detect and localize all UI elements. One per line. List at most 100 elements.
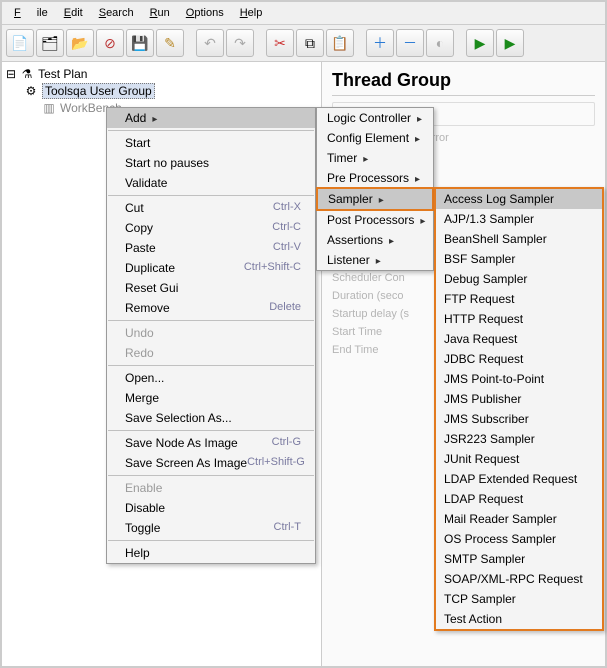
ctx-merge[interactable]: Merge — [107, 388, 315, 408]
close-icon: ⊘ — [104, 35, 116, 52]
redo-button[interactable]: ↷ — [226, 29, 254, 57]
add-timer[interactable]: Timer — [317, 148, 433, 168]
sampler-soap-xml-rpc-request[interactable]: SOAP/XML-RPC Request — [436, 569, 602, 589]
scissors-icon: ✂ — [274, 35, 286, 52]
tree-root-label: Test Plan — [38, 67, 87, 81]
flask-icon: ⚗ — [20, 67, 34, 81]
ctx-save-node-as-image[interactable]: Save Node As ImageCtrl-G — [107, 433, 315, 453]
gear-icon: ⚙ — [24, 84, 38, 98]
ctx-redo: Redo — [107, 343, 315, 363]
play-icon: ▶ — [475, 35, 486, 52]
sampler-ldap-request[interactable]: LDAP Request — [436, 489, 602, 509]
ctx-save-selection-as[interactable]: Save Selection As... — [107, 408, 315, 428]
sampler-junit-request[interactable]: JUnit Request — [436, 449, 602, 469]
folder-open-icon: 📂 — [71, 35, 88, 52]
menu-help[interactable]: Help — [232, 4, 271, 22]
ctx-save-screen-as-image[interactable]: Save Screen As ImageCtrl+Shift-G — [107, 453, 315, 473]
ctx-enable: Enable — [107, 478, 315, 498]
save-button[interactable]: 💾 — [126, 29, 154, 57]
sampler-mail-reader-sampler[interactable]: Mail Reader Sampler — [436, 509, 602, 529]
add-listener[interactable]: Listener — [317, 250, 433, 270]
expand-button[interactable]: ＋ — [366, 29, 394, 57]
ctx-cut[interactable]: CutCtrl-X — [107, 198, 315, 218]
plus-icon: ＋ — [373, 33, 387, 53]
add-config-element[interactable]: Config Element — [317, 128, 433, 148]
ctx-undo: Undo — [107, 323, 315, 343]
clipboard-icon: 📋 — [331, 35, 348, 52]
save-as-button[interactable]: ✎ — [156, 29, 184, 57]
ctx-disable[interactable]: Disable — [107, 498, 315, 518]
undo-button[interactable]: ↶ — [196, 29, 224, 57]
toggle-button[interactable]: ◐ — [426, 29, 454, 57]
start-no-pauses-button[interactable]: ▶ — [496, 29, 524, 57]
ctx-add[interactable]: Add — [107, 108, 315, 128]
undo-icon: ↶ — [204, 35, 216, 52]
menubar: File Edit Search Run Options Help — [2, 2, 605, 25]
sampler-jms-point-to-point[interactable]: JMS Point-to-Point — [436, 369, 602, 389]
ctx-reset-gui[interactable]: Reset Gui — [107, 278, 315, 298]
context-menu: Add StartStart no pausesValidate CutCtrl-X… — [106, 107, 316, 564]
sampler-jdbc-request[interactable]: JDBC Request — [436, 349, 602, 369]
tree-toggle-icon[interactable]: ⊟ — [6, 67, 16, 81]
sampler-smtp-sampler[interactable]: SMTP Sampler — [436, 549, 602, 569]
tree-root[interactable]: ⊟ ⚗ Test Plan — [6, 66, 317, 82]
sampler-tcp-sampler[interactable]: TCP Sampler — [436, 589, 602, 609]
tree-thread-group[interactable]: ⚙ Toolsqa User Group — [6, 82, 317, 100]
file-new-icon: 📄 — [11, 35, 28, 52]
ctx-start-no-pauses[interactable]: Start no pauses — [107, 153, 315, 173]
copy-button[interactable]: ⧉ — [296, 29, 324, 57]
sampler-jms-subscriber[interactable]: JMS Subscriber — [436, 409, 602, 429]
ctx-remove[interactable]: RemoveDelete — [107, 298, 315, 318]
sampler-jsr223-sampler[interactable]: JSR223 Sampler — [436, 429, 602, 449]
ctx-start[interactable]: Start — [107, 133, 315, 153]
templates-button[interactable]: 🗂 — [36, 29, 64, 57]
menu-run[interactable]: Run — [142, 4, 178, 22]
panel-title: Thread Group — [332, 70, 595, 96]
menu-file[interactable]: File — [6, 4, 56, 22]
sampler-submenu: Access Log SamplerAJP/1.3 SamplerBeanShe… — [434, 187, 604, 631]
ctx-copy[interactable]: CopyCtrl-C — [107, 218, 315, 238]
sampler-ajp-1-3-sampler[interactable]: AJP/1.3 Sampler — [436, 209, 602, 229]
add-assertions[interactable]: Assertions — [317, 230, 433, 250]
ctx-help[interactable]: Help — [107, 543, 315, 563]
add-pre-processors[interactable]: Pre Processors — [317, 168, 433, 188]
ctx-toggle[interactable]: ToggleCtrl-T — [107, 518, 315, 538]
sampler-jms-publisher[interactable]: JMS Publisher — [436, 389, 602, 409]
paste-button[interactable]: 📋 — [326, 29, 354, 57]
sampler-access-log-sampler[interactable]: Access Log Sampler — [436, 189, 602, 209]
sampler-debug-sampler[interactable]: Debug Sampler — [436, 269, 602, 289]
menu-search[interactable]: Search — [91, 4, 142, 22]
sampler-ldap-extended-request[interactable]: LDAP Extended Request — [436, 469, 602, 489]
close-button[interactable]: ⊘ — [96, 29, 124, 57]
edit-icon: ✎ — [164, 35, 176, 52]
play-alt-icon: ▶ — [505, 35, 516, 52]
start-button[interactable]: ▶ — [466, 29, 494, 57]
workbench-icon: ▥ — [42, 101, 56, 115]
sampler-http-request[interactable]: HTTP Request — [436, 309, 602, 329]
minus-icon: － — [403, 33, 417, 53]
sampler-java-request[interactable]: Java Request — [436, 329, 602, 349]
ctx-paste[interactable]: PasteCtrl-V — [107, 238, 315, 258]
save-icon: 💾 — [131, 35, 148, 52]
add-post-processors[interactable]: Post Processors — [317, 210, 433, 230]
sampler-test-action[interactable]: Test Action — [436, 609, 602, 629]
add-sampler[interactable]: Sampler — [316, 187, 434, 211]
ctx-open[interactable]: Open... — [107, 368, 315, 388]
new-button[interactable]: 📄 — [6, 29, 34, 57]
open-button[interactable]: 📂 — [66, 29, 94, 57]
collapse-button[interactable]: － — [396, 29, 424, 57]
sampler-beanshell-sampler[interactable]: BeanShell Sampler — [436, 229, 602, 249]
menu-options[interactable]: Options — [178, 4, 232, 22]
add-submenu: Logic ControllerConfig ElementTimerPre P… — [316, 107, 434, 271]
toggle-icon: ◐ — [436, 35, 444, 51]
sampler-os-process-sampler[interactable]: OS Process Sampler — [436, 529, 602, 549]
sampler-bsf-sampler[interactable]: BSF Sampler — [436, 249, 602, 269]
ctx-validate[interactable]: Validate — [107, 173, 315, 193]
add-logic-controller[interactable]: Logic Controller — [317, 108, 433, 128]
sampler-ftp-request[interactable]: FTP Request — [436, 289, 602, 309]
cut-button[interactable]: ✂ — [266, 29, 294, 57]
copy-icon: ⧉ — [305, 35, 315, 52]
ctx-duplicate[interactable]: DuplicateCtrl+Shift-C — [107, 258, 315, 278]
tree-thread-group-label: Toolsqa User Group — [42, 83, 155, 99]
menu-edit[interactable]: Edit — [56, 4, 91, 22]
